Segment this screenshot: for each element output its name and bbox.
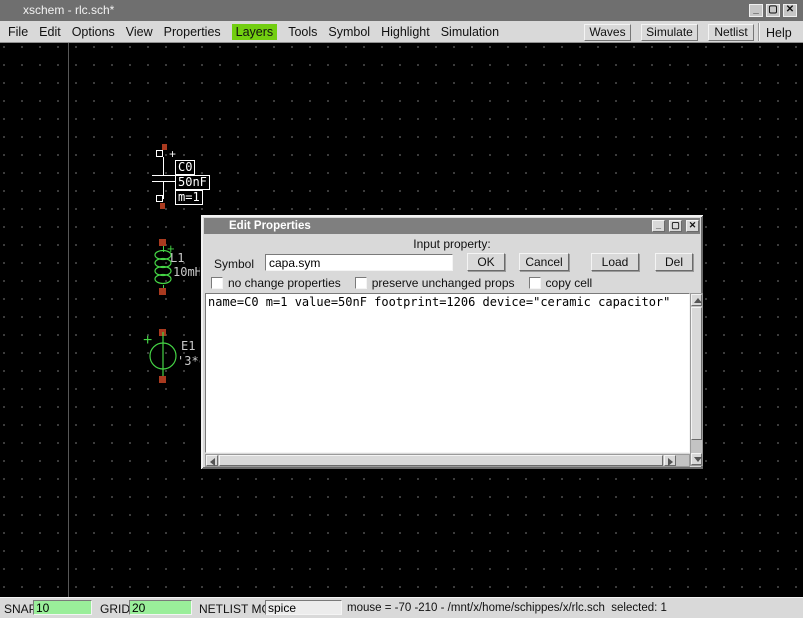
menu-help[interactable]: Help	[766, 26, 792, 40]
menu-view[interactable]: View	[126, 25, 153, 39]
menu-simulation[interactable]: Simulation	[441, 25, 499, 39]
checkbox-group: copy cell	[529, 276, 593, 290]
dialog-close-button[interactable]: ✕	[686, 220, 699, 232]
close-icon: ✕	[689, 220, 697, 230]
dialog-titlebar[interactable]: Edit Properties _ ▢ ✕	[204, 218, 700, 234]
snap-input[interactable]	[33, 600, 92, 615]
grid-input[interactable]	[129, 600, 192, 615]
wire	[163, 182, 164, 199]
preserve-unchanged-props-checkbox[interactable]	[355, 277, 367, 289]
wire	[163, 157, 164, 175]
pin-marker	[156, 150, 163, 157]
load-button[interactable]: Load	[591, 253, 639, 271]
menu-properties[interactable]: Properties	[164, 25, 221, 39]
menu-file[interactable]: File	[8, 25, 28, 39]
dialog-title: Edit Properties	[229, 220, 311, 232]
ok-button[interactable]: OK	[467, 253, 505, 271]
component-value: 10mH	[173, 266, 202, 279]
window-minimize-button[interactable]: _	[749, 4, 763, 17]
symbol-label: Symbol	[214, 257, 254, 271]
arrow-up-icon	[694, 298, 702, 303]
arrow-down-icon	[694, 457, 702, 462]
netlist-mode-input[interactable]	[265, 600, 342, 615]
capacitor-plate	[152, 175, 175, 176]
arrow-right-icon	[668, 458, 673, 466]
no-change-properties-checkbox[interactable]	[211, 277, 223, 289]
window-title: xschem - rlc.sch*	[23, 3, 114, 17]
dialog-minimize-button[interactable]: _	[652, 220, 665, 232]
pin	[159, 239, 166, 246]
vscroll-thumb[interactable]	[691, 307, 702, 440]
maximize-icon: ▢	[768, 4, 777, 15]
polarity-plus: +	[169, 149, 176, 159]
netlist-button[interactable]: Netlist	[708, 24, 754, 41]
menu-edit[interactable]: Edit	[39, 25, 61, 39]
property-text-area[interactable]: name=C0 m=1 value=50nF footprint=1206 de…	[205, 293, 690, 453]
scroll-right-button[interactable]	[664, 455, 676, 466]
scroll-left-button[interactable]	[206, 455, 218, 466]
horizontal-scrollbar[interactable]	[205, 454, 690, 467]
copy-cell-checkbox[interactable]	[529, 277, 541, 289]
close-icon: ✕	[786, 4, 794, 15]
component-mult: m=1	[175, 190, 203, 205]
menu-layers[interactable]: Layers	[232, 24, 278, 40]
status-bar: SNAP: GRID: NETLIST MODE: mouse = -70 -2…	[0, 597, 803, 618]
source-circle	[148, 330, 180, 382]
del-button[interactable]: Del	[655, 253, 693, 271]
dialog-maximize-button[interactable]: ▢	[669, 220, 682, 232]
arrow-left-icon	[210, 458, 215, 466]
checkbox-label: no change properties	[228, 276, 341, 290]
checkbox-group: preserve unchanged props	[355, 276, 515, 290]
pin	[159, 288, 166, 295]
menu-separator	[758, 23, 759, 41]
mouse-status-text: mouse = -70 -210 - /mnt/x/home/schippes/…	[347, 602, 667, 614]
scroll-down-button[interactable]	[691, 453, 702, 465]
menu-tools[interactable]: Tools	[288, 25, 317, 39]
menu-bar: File Edit Options View Properties Layers…	[0, 21, 803, 43]
window-close-button[interactable]: ✕	[783, 4, 797, 17]
hscroll-thumb[interactable]	[219, 455, 663, 466]
minimize-icon: _	[753, 4, 759, 15]
checkbox-label: copy cell	[546, 276, 593, 290]
simulate-button[interactable]: Simulate	[641, 24, 698, 41]
edit-properties-dialog: Edit Properties _ ▢ ✕ Input property: Sy…	[200, 214, 704, 470]
window-maximize-button[interactable]: ▢	[766, 4, 780, 17]
maximize-icon: ▢	[671, 220, 680, 230]
component-ref: L1	[170, 252, 184, 265]
component-ref: E1	[181, 340, 195, 353]
menu-symbol[interactable]: Symbol	[328, 25, 370, 39]
component-ref: C0	[175, 160, 195, 175]
pin-label	[160, 203, 165, 209]
pin-marker	[156, 195, 163, 202]
symbol-input[interactable]	[265, 254, 453, 271]
cancel-button[interactable]: Cancel	[519, 253, 569, 271]
menu-highlight[interactable]: Highlight	[381, 25, 430, 39]
checkbox-group: no change properties	[211, 276, 341, 290]
axis-line	[68, 43, 69, 597]
scroll-up-button[interactable]	[691, 294, 702, 306]
vertical-scrollbar[interactable]	[690, 293, 703, 466]
minimize-icon: _	[656, 220, 661, 230]
xschem-window: xschem - rlc.sch* _ ▢ ✕ File Edit Option…	[0, 0, 803, 618]
menu-options[interactable]: Options	[72, 25, 115, 39]
waves-button[interactable]: Waves	[584, 24, 631, 41]
window-titlebar[interactable]: xschem - rlc.sch* _ ▢ ✕	[0, 0, 803, 21]
checkbox-row: no change properties preserve unchanged …	[211, 276, 592, 290]
pin	[159, 376, 166, 383]
checkbox-label: preserve unchanged props	[372, 276, 515, 290]
input-property-label: Input property:	[201, 237, 703, 251]
component-value: 50nF	[175, 175, 210, 190]
